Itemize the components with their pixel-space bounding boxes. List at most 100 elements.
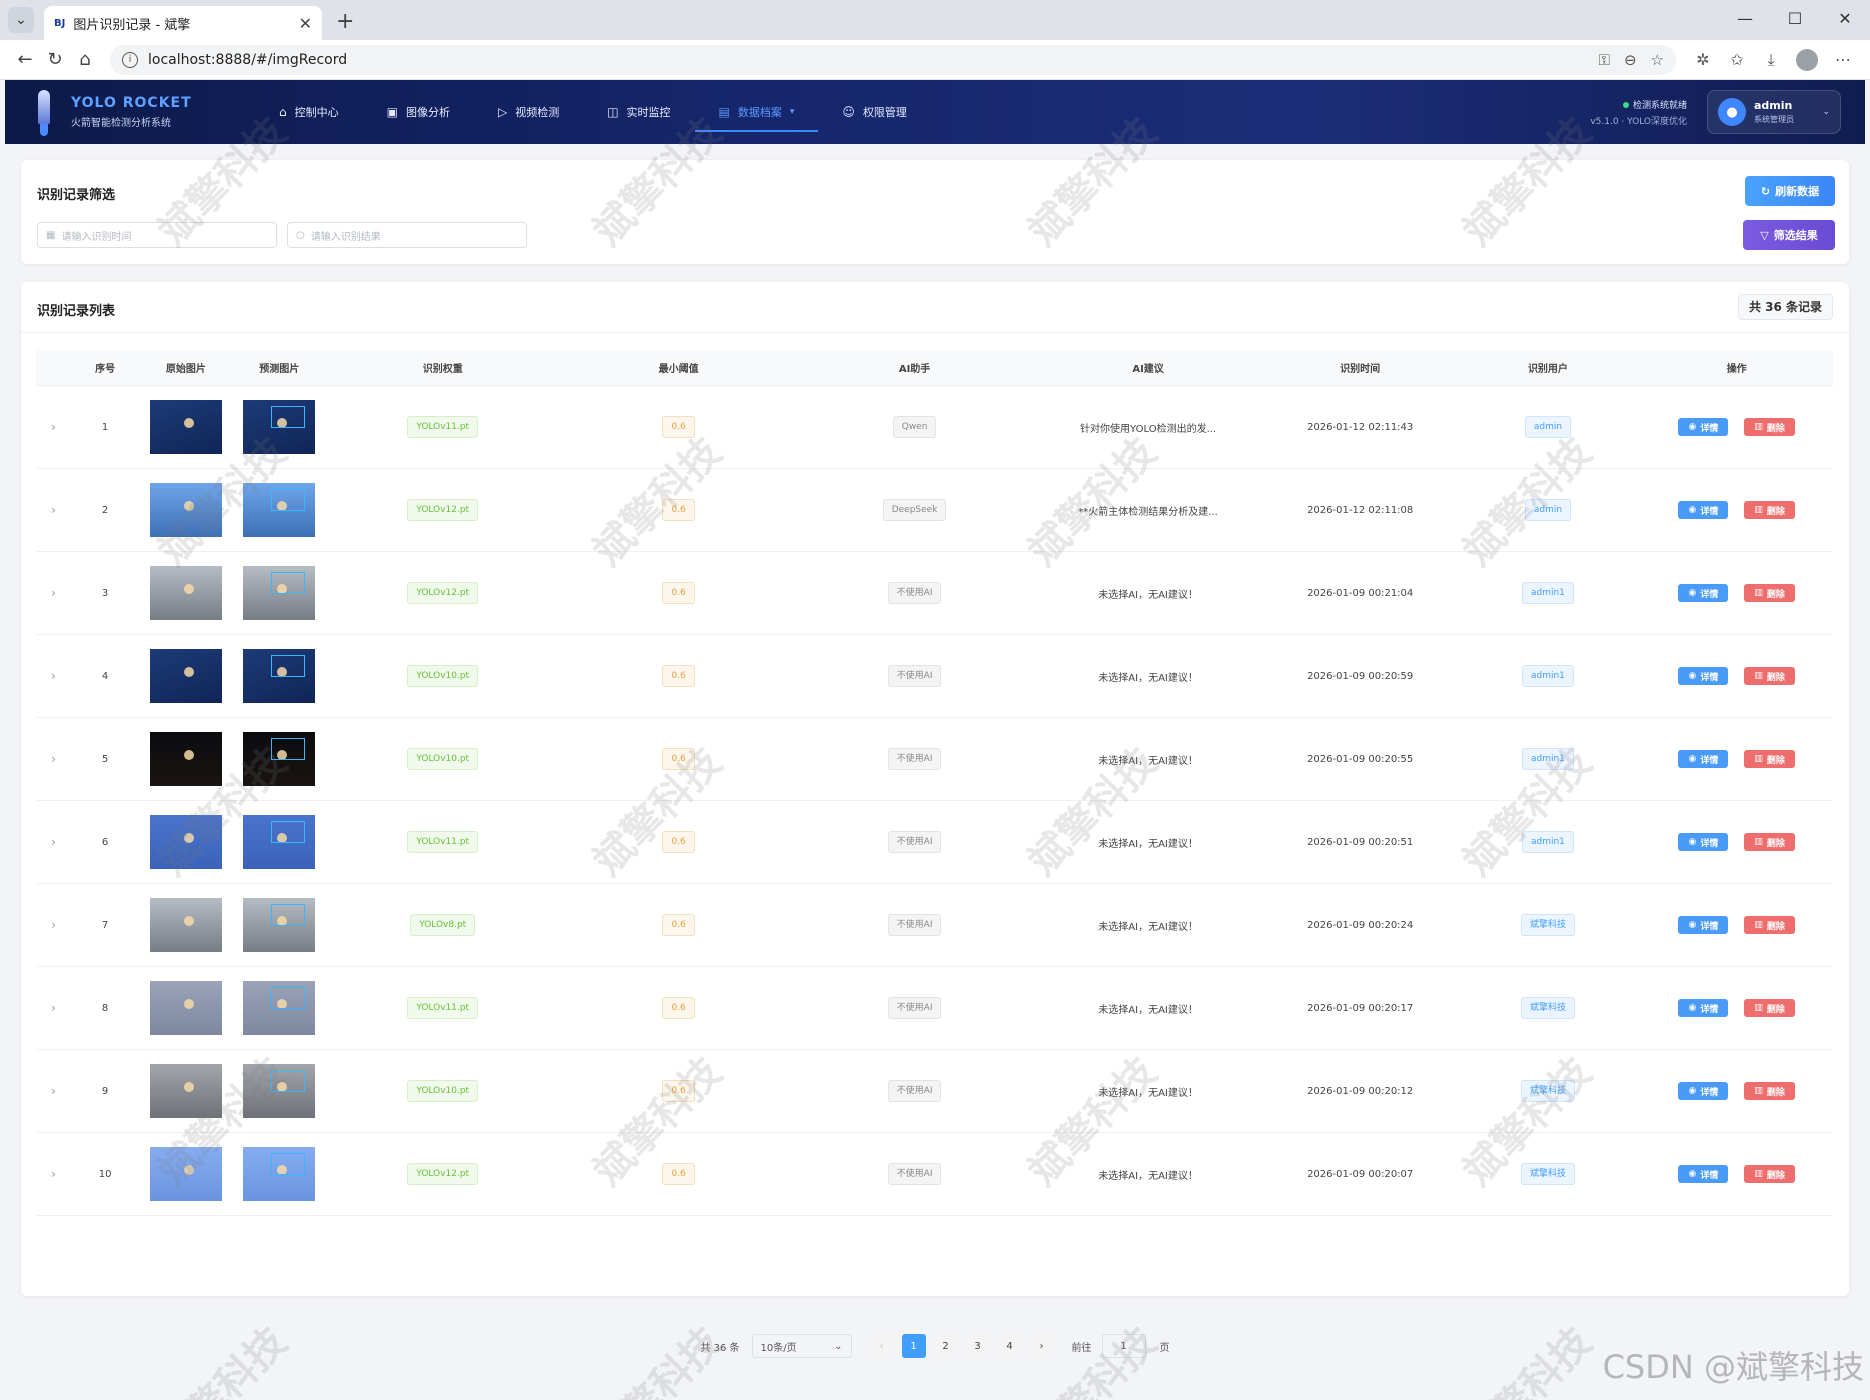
page-button-1[interactable]: 1 xyxy=(901,1334,926,1358)
menu-item-image-analysis[interactable]: ▣ 图像分析 xyxy=(363,80,474,144)
view-details-button[interactable]: ◉ 详情 xyxy=(1678,999,1729,1017)
expand-chevron-icon[interactable]: › xyxy=(36,835,71,849)
row-index: 3 xyxy=(101,587,109,599)
original-image-thumbnail[interactable] xyxy=(149,981,222,1035)
menu-item-permissions[interactable]: ☺ 权限管理 xyxy=(818,80,931,144)
tab-list-chevron-icon[interactable]: ⌄ xyxy=(8,7,34,33)
menu-item-control-center[interactable]: ⌂ 控制中心 xyxy=(255,80,363,144)
extensions-icon[interactable]: ✲ xyxy=(1686,50,1720,69)
home-icon[interactable]: ⌂ xyxy=(70,49,100,70)
predicted-image-thumbnail[interactable] xyxy=(243,1147,316,1201)
user-menu[interactable]: ● admin 系统管理员 ⌄ xyxy=(1707,90,1841,134)
view-details-button[interactable]: ◉ 详情 xyxy=(1678,750,1729,768)
logo[interactable]: YOLO ROCKET 火箭智能检测分析系统 xyxy=(5,86,247,138)
more-icon[interactable]: ⋯ xyxy=(1826,50,1860,69)
original-image-thumbnail[interactable] xyxy=(149,566,222,620)
predicted-image-thumbnail[interactable] xyxy=(243,732,316,786)
profile-avatar[interactable] xyxy=(1796,48,1818,71)
view-details-button[interactable]: ◉ 详情 xyxy=(1678,418,1729,436)
original-image-thumbnail[interactable] xyxy=(149,483,222,537)
original-image-thumbnail[interactable] xyxy=(149,1147,222,1201)
expand-chevron-icon[interactable]: › xyxy=(36,669,71,683)
time-input[interactable]: ▦ 请输入识别时间 xyxy=(37,222,277,248)
predicted-image-thumbnail[interactable] xyxy=(243,815,316,869)
menu-item-video-detection[interactable]: ▷ 视频检测 xyxy=(474,80,583,144)
reload-icon[interactable]: ↻ xyxy=(40,49,70,70)
original-image-thumbnail[interactable] xyxy=(149,815,222,869)
favorites-icon[interactable]: ✩ xyxy=(1720,50,1754,69)
menu-item-data-archive[interactable]: ▤ 数据档案 ▾ xyxy=(694,80,819,144)
expand-chevron-icon[interactable]: › xyxy=(36,420,71,434)
view-details-button[interactable]: ◉ 详情 xyxy=(1678,667,1729,685)
original-image-thumbnail[interactable] xyxy=(149,898,222,952)
filter-button[interactable]: ▽ 筛选结果 xyxy=(1743,220,1835,250)
original-image-thumbnail[interactable] xyxy=(149,732,222,786)
back-arrow-icon[interactable]: ← xyxy=(10,49,40,70)
view-details-button[interactable]: ◉ 详情 xyxy=(1678,1082,1729,1100)
view-details-button[interactable]: ◉ 详情 xyxy=(1678,833,1729,851)
refresh-button[interactable]: ↻ 刷新数据 xyxy=(1745,176,1835,206)
predicted-image-thumbnail[interactable] xyxy=(243,1064,316,1118)
minimize-icon[interactable]: — xyxy=(1720,0,1770,40)
delete-button[interactable]: ▥ 删除 xyxy=(1744,418,1795,436)
expand-chevron-icon[interactable]: › xyxy=(36,1167,71,1181)
original-image-thumbnail[interactable] xyxy=(149,1064,222,1118)
zoom-icon[interactable]: ⊖ xyxy=(1624,51,1637,69)
new-tab-plus-icon[interactable]: + xyxy=(336,9,354,34)
trash-icon: ▥ xyxy=(1754,754,1763,764)
delete-button[interactable]: ▥ 删除 xyxy=(1744,501,1795,519)
predicted-image-thumbnail[interactable] xyxy=(243,981,316,1035)
view-details-button[interactable]: ◉ 详情 xyxy=(1678,1165,1729,1183)
url-field[interactable]: i localhost:8888/#/imgRecord ⚿ ⊖ ☆ xyxy=(110,44,1676,75)
original-image-thumbnail[interactable] xyxy=(149,649,222,703)
threshold-tag: 0.6 xyxy=(662,499,695,521)
image-icon: ▣ xyxy=(386,105,398,119)
expand-chevron-icon[interactable]: › xyxy=(36,1084,71,1098)
delete-button[interactable]: ▥ 删除 xyxy=(1744,916,1795,934)
goto-page-input[interactable]: 1 xyxy=(1101,1334,1146,1358)
key-icon[interactable]: ⚿ xyxy=(1599,51,1610,69)
view-details-button[interactable]: ◉ 详情 xyxy=(1678,501,1729,519)
predicted-image-thumbnail[interactable] xyxy=(243,483,316,537)
info-icon[interactable]: i xyxy=(122,51,138,68)
page-button-2[interactable]: 2 xyxy=(933,1334,958,1358)
page-button-3[interactable]: 3 xyxy=(965,1334,990,1358)
predicted-image-thumbnail[interactable] xyxy=(243,400,316,454)
delete-button[interactable]: ▥ 删除 xyxy=(1744,1165,1795,1183)
download-icon[interactable]: ⤓ xyxy=(1754,50,1788,70)
delete-button[interactable]: ▥ 删除 xyxy=(1744,999,1795,1017)
expand-chevron-icon[interactable]: › xyxy=(36,752,71,766)
predicted-image-thumbnail[interactable] xyxy=(243,898,316,952)
expand-chevron-icon[interactable]: › xyxy=(36,503,71,517)
delete-button[interactable]: ▥ 删除 xyxy=(1744,1082,1795,1100)
menu-item-live-monitor[interactable]: ◫ 实时监控 xyxy=(583,80,694,144)
threshold-tag: 0.6 xyxy=(662,1163,695,1185)
ai-suggestion: 未选择AI，无AI建议！ xyxy=(1098,672,1198,684)
result-input[interactable]: ○ 请输入识别结果 xyxy=(287,222,527,248)
expand-chevron-icon[interactable]: › xyxy=(36,586,71,600)
table-row: › 4 YOLOv10.pt 0.6 不使用AI 未选择AI，无AI建议！ 2026-01-… xyxy=(36,635,1833,718)
maximize-icon[interactable]: ☐ xyxy=(1770,0,1820,40)
delete-button[interactable]: ▥ 删除 xyxy=(1744,584,1795,602)
browser-tab[interactable]: BJ 图片识别记录 - 斌擎 ✕ xyxy=(44,6,322,40)
original-image-thumbnail[interactable] xyxy=(149,400,222,454)
star-icon[interactable]: ☆ xyxy=(1651,51,1664,69)
page-size-select[interactable]: 10条/页 ⌄ xyxy=(751,1334,852,1358)
close-tab-icon[interactable]: ✕ xyxy=(299,14,312,33)
predicted-image-thumbnail[interactable] xyxy=(243,566,316,620)
predicted-image-thumbnail[interactable] xyxy=(243,649,316,703)
view-details-button[interactable]: ◉ 详情 xyxy=(1678,584,1729,602)
delete-button[interactable]: ▥ 删除 xyxy=(1744,750,1795,768)
page-button-4[interactable]: 4 xyxy=(997,1334,1022,1358)
delete-button[interactable]: ▥ 删除 xyxy=(1744,667,1795,685)
ai-suggestion: 未选择AI，无AI建议！ xyxy=(1098,1087,1198,1099)
view-details-button[interactable]: ◉ 详情 xyxy=(1678,916,1729,934)
row-index: 4 xyxy=(101,670,109,682)
expand-chevron-icon[interactable]: › xyxy=(36,1001,71,1015)
delete-button[interactable]: ▥ 删除 xyxy=(1744,833,1795,851)
close-window-icon[interactable]: ✕ xyxy=(1820,0,1870,40)
user-tag: 斌擎科技 xyxy=(1520,914,1575,936)
prev-page-button[interactable]: ‹ xyxy=(869,1334,894,1358)
next-page-button[interactable]: › xyxy=(1029,1334,1054,1358)
expand-chevron-icon[interactable]: › xyxy=(36,918,71,932)
